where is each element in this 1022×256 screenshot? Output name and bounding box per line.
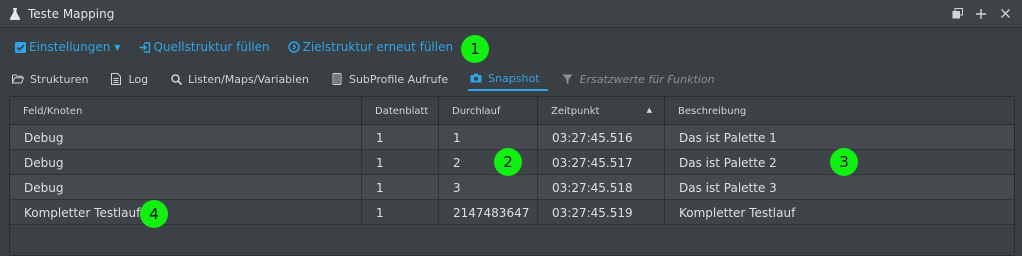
subprofile-icon [331, 73, 343, 85]
cell-feld-knoten: Debug [10, 175, 362, 200]
window-titlebar: Teste Mapping [0, 0, 1022, 28]
folder-open-icon [12, 73, 24, 85]
snapshot-table: Feld/Knoten Datenblatt Durchlauf Zeitpun… [9, 96, 1015, 256]
plus-icon[interactable] [974, 7, 988, 21]
tab-ersatzwerte: Ersatzwerte für Funktion [560, 67, 723, 91]
cell-datenblatt: 1 [362, 200, 439, 225]
table-row[interactable]: Debug 1 3 03:27:45.518 Das ist Palette 3 [10, 175, 1014, 200]
column-header-datenblatt[interactable]: Datenblatt [362, 97, 439, 125]
cell-datenblatt: 1 [362, 150, 439, 175]
cell-zeitpunkt: 03:27:45.517 [538, 150, 665, 175]
cell-datenblatt: 1 [362, 125, 439, 150]
cell-feld-knoten: Debug [10, 125, 362, 150]
column-header-beschreibung[interactable]: Beschreibung [665, 97, 1014, 125]
refill-target-label: Zielstruktur erneut füllen [302, 40, 454, 54]
circle-arrow-icon [287, 41, 300, 53]
settings-label: Einstellungen [29, 40, 111, 54]
cell-beschreibung: Das ist Palette 3 [679, 180, 777, 195]
annotation-marker-3: 3 [830, 148, 858, 176]
column-header-feld-knoten[interactable]: Feld/Knoten [10, 97, 362, 125]
tab-bar: Strukturen Log Listen/Maps/Variablen Sub… [0, 67, 1022, 93]
chevron-down-icon: ▼ [114, 42, 121, 52]
cell-zeitpunkt: 03:27:45.516 [538, 125, 665, 150]
refill-target-button[interactable]: Zielstruktur erneut füllen [287, 40, 454, 54]
tab-label: Ersatzwerte für Funktion [579, 72, 715, 86]
restore-icon[interactable] [950, 7, 964, 21]
tab-label: Snapshot [488, 71, 540, 85]
tab-label: SubProfile Aufrufe [348, 72, 449, 86]
cell-datenblatt: 1 [362, 175, 439, 200]
close-icon[interactable] [998, 7, 1012, 21]
flask-icon [8, 7, 22, 21]
tab-subprofile-aufrufe[interactable]: SubProfile Aufrufe [329, 67, 456, 91]
window-title: Teste Mapping [28, 6, 115, 21]
toolbar: Einstellungen ▼ Quellstruktur füllen Zie… [0, 30, 1022, 64]
annotation-marker-1: 1 [461, 35, 489, 63]
fill-source-button[interactable]: Quellstruktur füllen [139, 40, 270, 54]
tab-strukturen[interactable]: Strukturen [10, 67, 96, 91]
annotation-marker-4: 4 [140, 200, 168, 228]
checkbox-icon [14, 41, 26, 53]
settings-button[interactable]: Einstellungen ▼ [14, 40, 121, 54]
search-icon [170, 73, 182, 85]
cell-zeitpunkt: 03:27:45.519 [538, 200, 665, 225]
tab-label: Listen/Maps/Variablen [188, 72, 309, 86]
filter-icon [562, 73, 574, 85]
enter-arrow-icon [139, 41, 151, 53]
cell-feld-knoten: Debug [10, 150, 362, 175]
cell-zeitpunkt: 03:27:45.518 [538, 175, 665, 200]
annotation-marker-2: 2 [494, 148, 522, 176]
tab-label: Log [128, 72, 149, 86]
cell-beschreibung: Kompletter Testlauf [679, 205, 796, 220]
camera-icon [470, 72, 482, 84]
cell-feld-knoten: Kompletter Testlauf [10, 200, 362, 225]
cell-durchlauf: 1 [439, 125, 538, 150]
tab-log[interactable]: Log [108, 67, 156, 91]
column-header-zeitpunkt[interactable]: Zeitpunkt ▲ [538, 97, 665, 125]
sort-ascending-icon: ▲ [646, 106, 652, 114]
cell-durchlauf: 2147483647 [439, 200, 538, 225]
tab-label: Strukturen [30, 72, 89, 86]
table-header: Feld/Knoten Datenblatt Durchlauf Zeitpun… [10, 97, 1014, 125]
tab-listen-maps-variablen[interactable]: Listen/Maps/Variablen [168, 67, 317, 91]
column-header-durchlauf[interactable]: Durchlauf [439, 97, 538, 125]
cell-beschreibung: Das ist Palette 1 [679, 130, 777, 145]
cell-durchlauf: 2 [439, 150, 538, 175]
fill-source-label: Quellstruktur füllen [153, 40, 270, 54]
table-row[interactable]: Debug 1 1 03:27:45.516 Das ist Palette 1 [10, 125, 1014, 150]
document-icon [110, 73, 122, 85]
cell-durchlauf: 3 [439, 175, 538, 200]
tab-snapshot[interactable]: Snapshot [468, 67, 548, 91]
